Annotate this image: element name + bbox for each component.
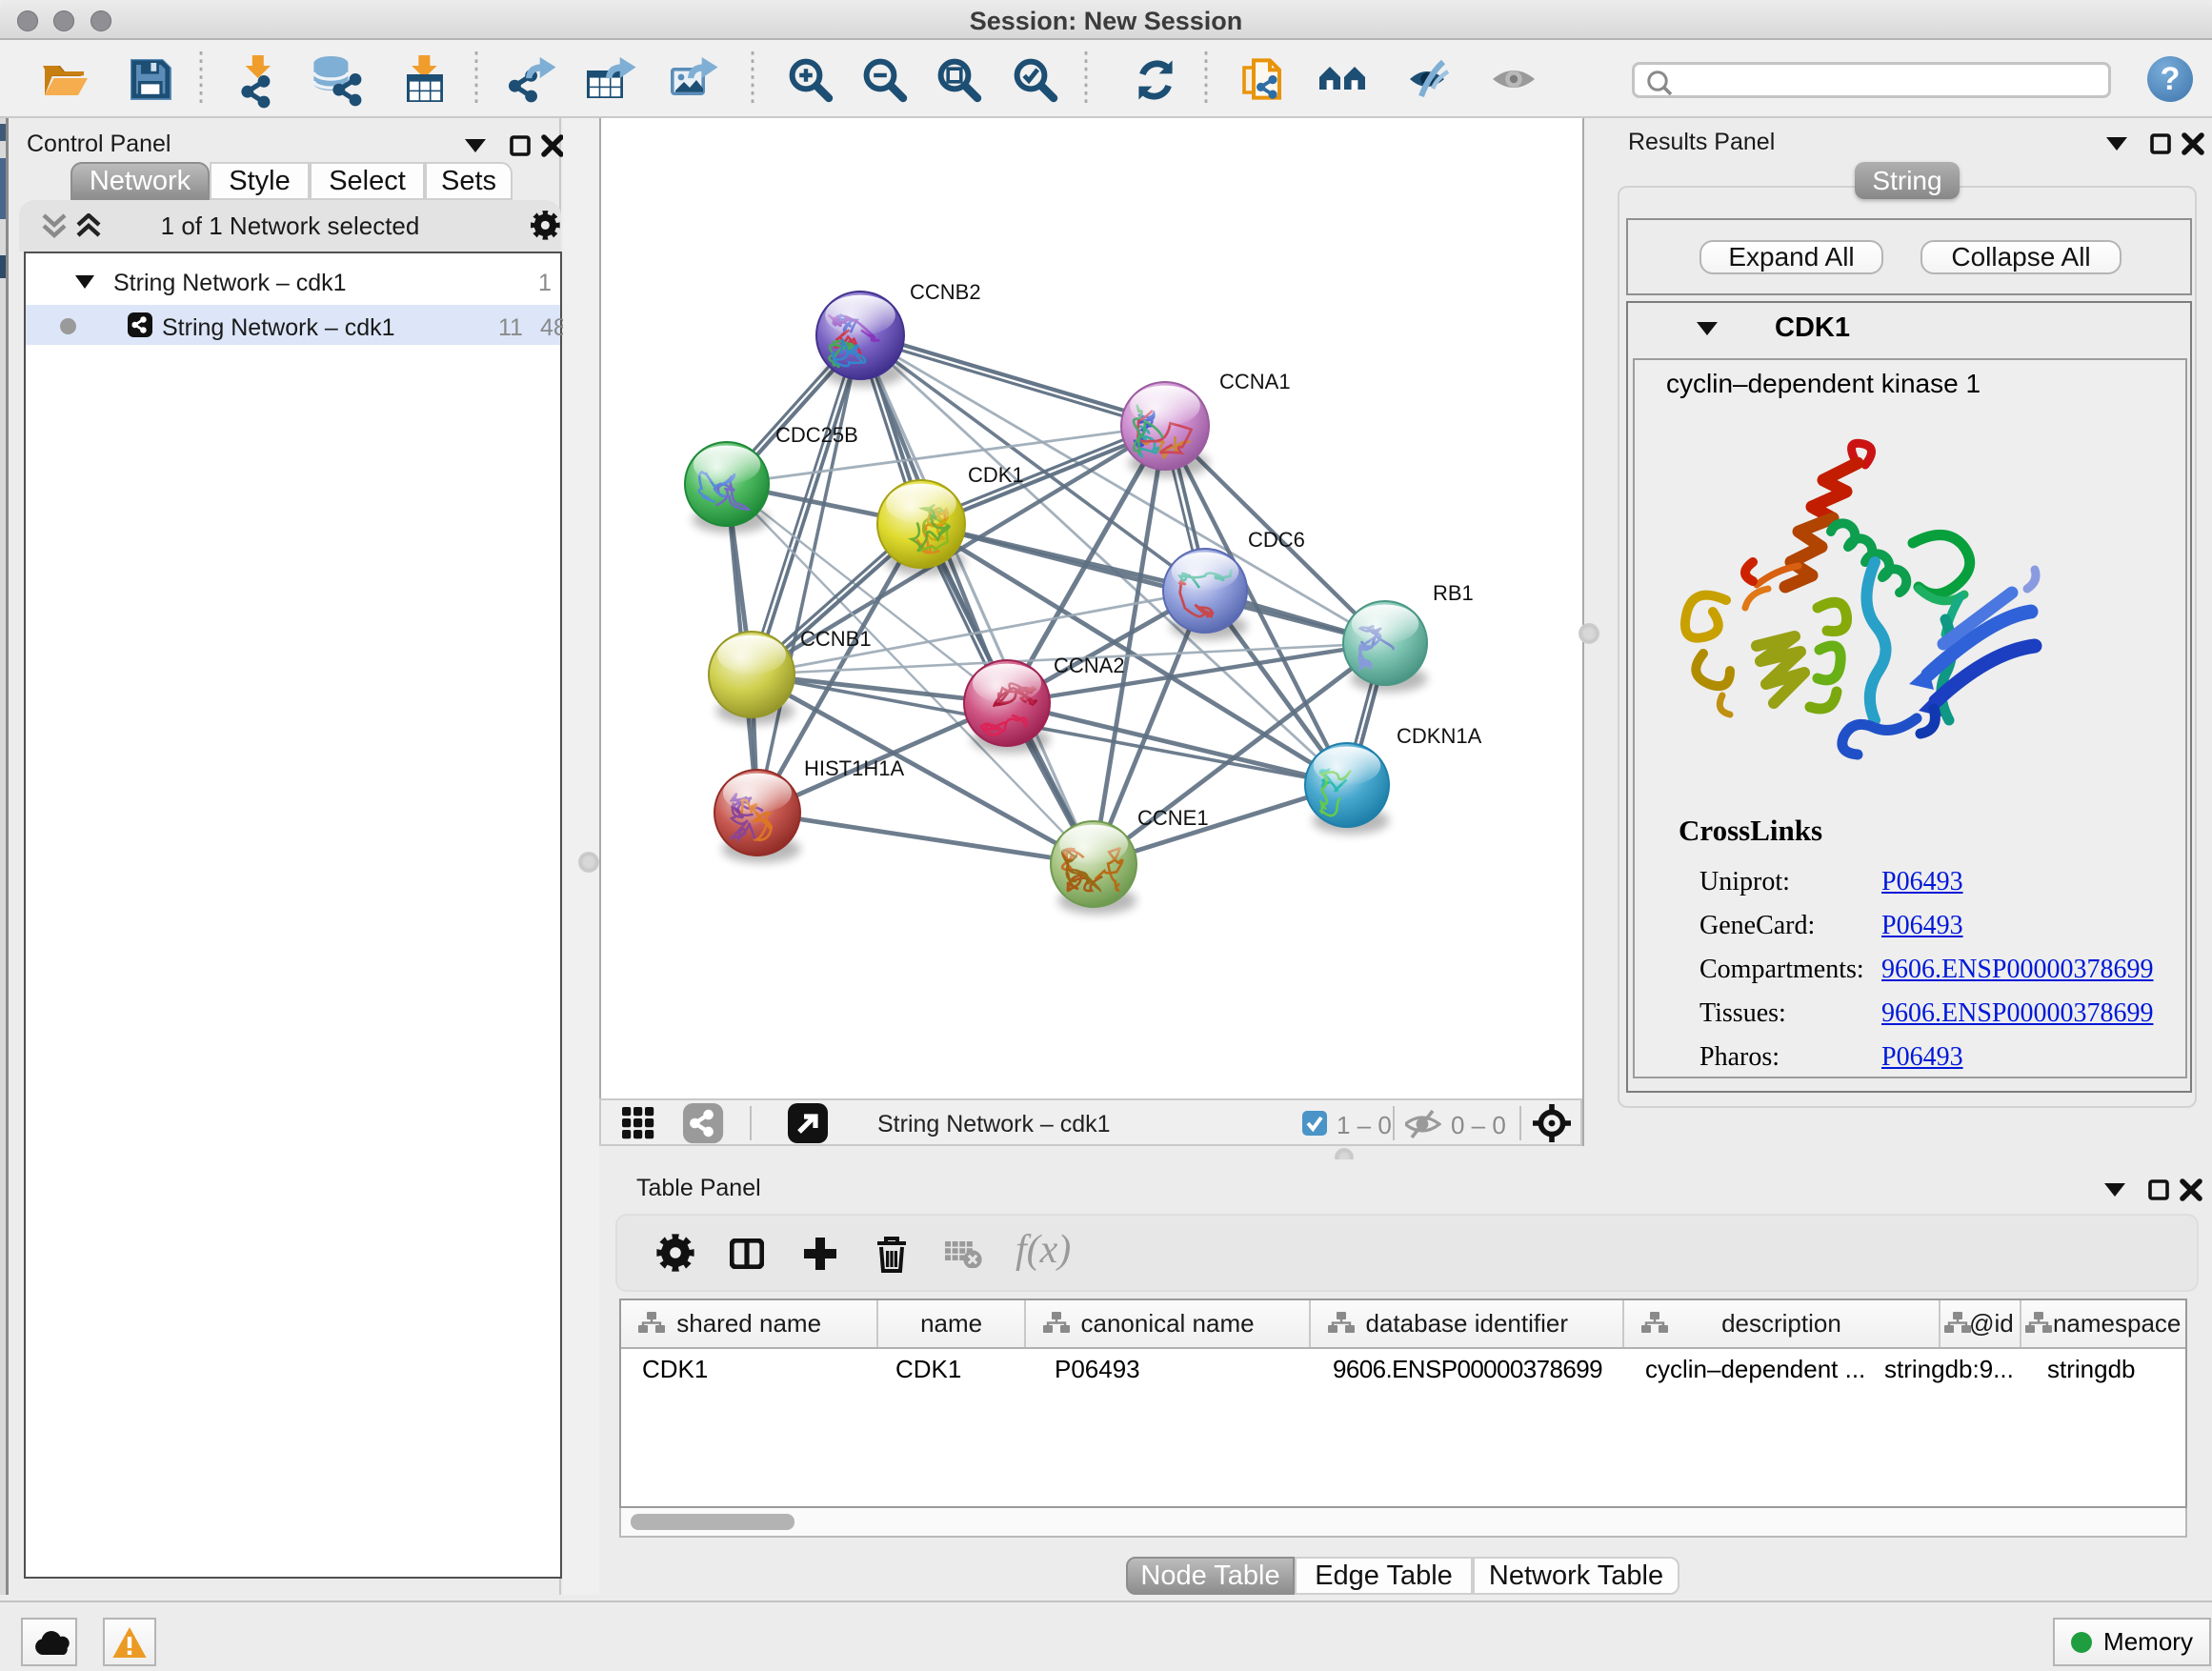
svg-text:CDKN1A: CDKN1A (1397, 724, 1482, 748)
svg-text:CCNE1: CCNE1 (1137, 806, 1209, 830)
svg-text:HIST1H1A: HIST1H1A (804, 756, 904, 780)
svg-text:CCNB2: CCNB2 (910, 280, 981, 304)
svg-text:CDK1: CDK1 (968, 463, 1024, 487)
svg-text:CCNB1: CCNB1 (800, 627, 872, 651)
svg-text:CCNA2: CCNA2 (1054, 654, 1125, 677)
svg-text:CDC25B: CDC25B (775, 423, 858, 447)
svg-text:RB1: RB1 (1433, 581, 1474, 605)
svg-text:CDC6: CDC6 (1248, 528, 1305, 552)
svg-text:CCNA1: CCNA1 (1219, 370, 1291, 393)
